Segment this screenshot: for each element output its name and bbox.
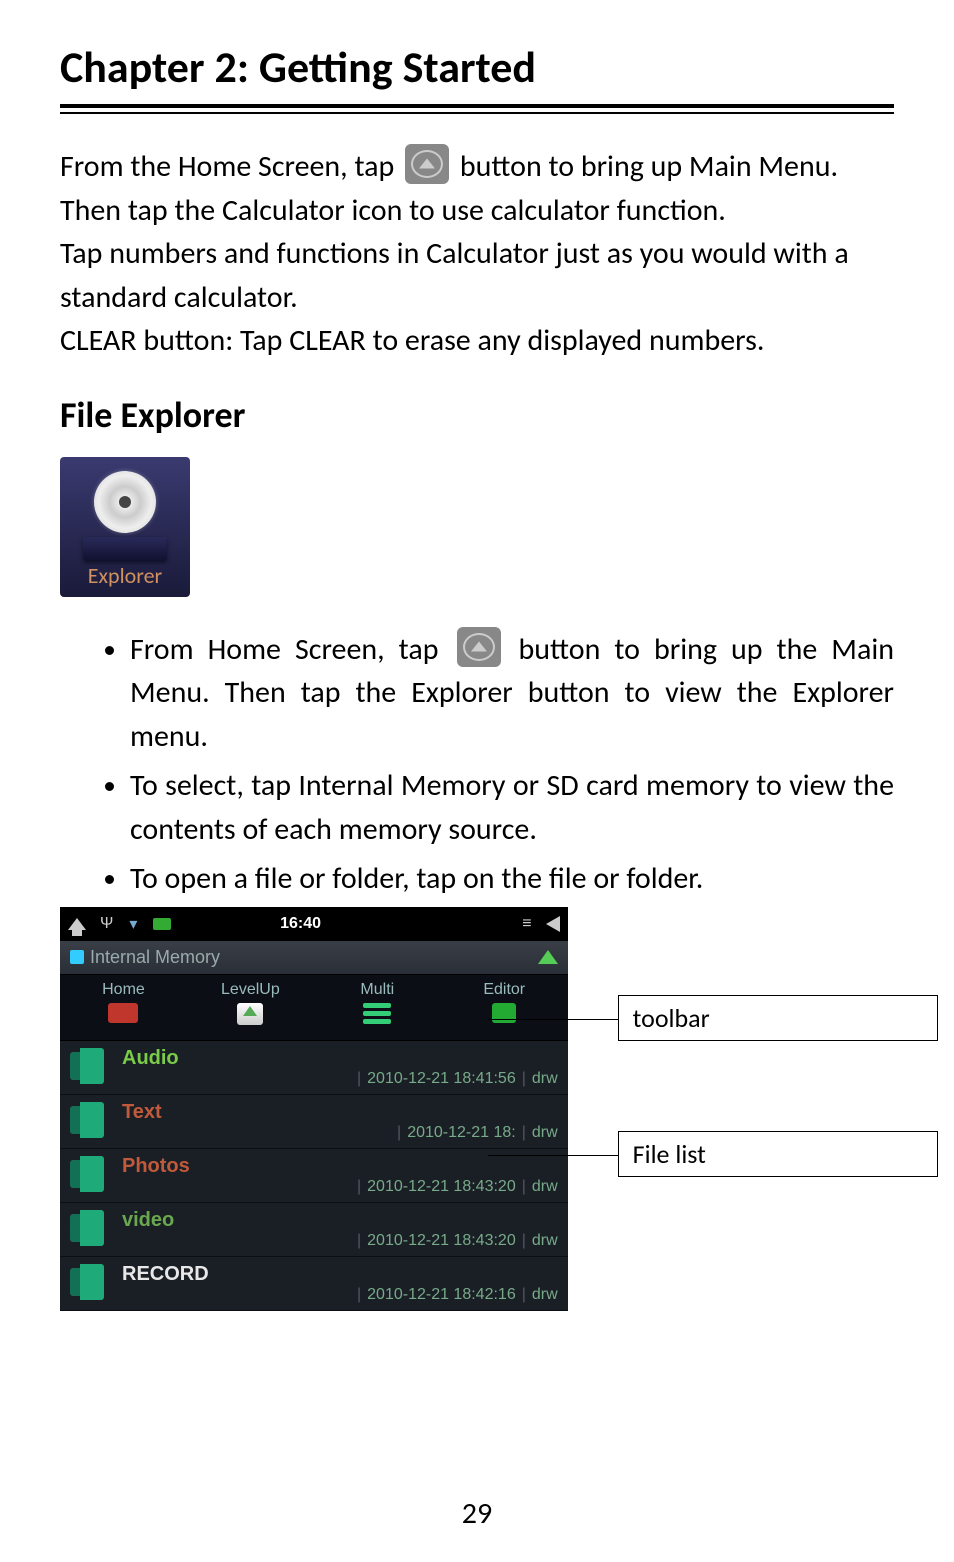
file-attr: drw <box>532 1178 558 1195</box>
paragraph-2: Tap numbers and functions in Calculator … <box>60 232 894 319</box>
toolbar-home-button[interactable]: Home <box>60 975 187 1040</box>
file-row[interactable]: Photos|2010-12-21 18:43:20|drw <box>60 1149 568 1203</box>
section-heading-file-explorer: File Explorer <box>60 393 894 437</box>
storage-icon <box>70 950 84 964</box>
bullet-list: From Home Screen, tap button to bring up… <box>60 627 894 901</box>
bullet-item-3: To open a file or folder, tap on the fil… <box>130 857 894 901</box>
explorer-screenshot: Ψ ▾ 16:40 ≡ Internal Memory Home <box>60 907 568 1311</box>
home-icon <box>108 1003 138 1023</box>
file-meta: |2010-12-21 18:42:16|drw <box>351 1286 558 1304</box>
usb-icon: Ψ <box>100 915 113 933</box>
folder-icon <box>70 1102 106 1140</box>
file-name: Audio <box>122 1047 558 1070</box>
toolbar-multi-button[interactable]: Multi <box>314 975 441 1040</box>
toolbar-editor-label: Editor <box>445 981 564 999</box>
breadcrumb-title: Internal Memory <box>90 947 220 968</box>
file-attr: drw <box>532 1232 558 1249</box>
toolbar-editor-button[interactable]: Editor <box>441 975 568 1040</box>
file-row[interactable]: RECORD|2010-12-21 18:42:16|drw <box>60 1257 568 1311</box>
toolbar-home-label: Home <box>64 981 183 999</box>
callout-line-toolbar <box>488 1019 618 1021</box>
explorer-toolbar: Home LevelUp Multi Editor <box>60 975 568 1041</box>
paragraph-3: CLEAR button: Tap CLEAR to erase any dis… <box>60 319 894 363</box>
disc-icon <box>94 471 156 533</box>
chapter-rule <box>60 104 894 114</box>
wifi-icon: ▾ <box>129 914 137 934</box>
file-name: RECORD <box>122 1263 558 1286</box>
toolbar-levelup-button[interactable]: LevelUp <box>187 975 314 1040</box>
file-attr: drw <box>532 1124 558 1141</box>
file-row-content: Photos|2010-12-21 18:43:20|drw <box>122 1155 558 1196</box>
file-list: Audio|2010-12-21 18:41:56|drwText|2010-1… <box>60 1041 568 1311</box>
file-row-content: Text|2010-12-21 18:|drw <box>122 1101 558 1142</box>
callout-toolbar: toolbar <box>618 995 938 1041</box>
file-row-content: video|2010-12-21 18:43:20|drw <box>122 1209 558 1250</box>
file-meta: |2010-12-21 18:43:20|drw <box>351 1232 558 1250</box>
scroll-up-icon <box>538 950 558 964</box>
folder-icon <box>70 1156 106 1194</box>
folder-icon <box>70 1210 106 1248</box>
file-row[interactable]: Audio|2010-12-21 18:41:56|drw <box>60 1041 568 1095</box>
menu-icon: ≡ <box>522 915 531 933</box>
file-name: video <box>122 1209 558 1232</box>
breadcrumb-bar: Internal Memory <box>60 941 568 975</box>
multi-select-icon <box>363 1003 391 1025</box>
file-row-content: RECORD|2010-12-21 18:42:16|drw <box>122 1263 558 1304</box>
file-attr: drw <box>532 1070 558 1087</box>
bullet-item-1: From Home Screen, tap button to bring up… <box>130 627 894 759</box>
file-meta: |2010-12-21 18:41:56|drw <box>351 1070 558 1088</box>
explorer-app-icon: Explorer <box>60 457 190 597</box>
status-clock: 16:40 <box>280 915 321 933</box>
toolbar-levelup-label: LevelUp <box>191 981 310 999</box>
file-date: 2010-12-21 18: <box>407 1124 516 1141</box>
folder-icon <box>70 1048 106 1086</box>
file-row-content: Audio|2010-12-21 18:41:56|drw <box>122 1047 558 1088</box>
home-icon <box>68 918 86 930</box>
bullet-item-2: To select, tap Internal Memory or SD car… <box>130 764 894 851</box>
toolbar-multi-label: Multi <box>318 981 437 999</box>
back-icon <box>546 916 560 932</box>
apps-button-icon <box>457 627 501 667</box>
page: Chapter 2: Getting Started From the Home… <box>0 0 954 1562</box>
file-date: 2010-12-21 18:41:56 <box>367 1070 516 1087</box>
callout-line-filelist <box>488 1155 618 1157</box>
callout-filelist: File list <box>618 1131 938 1177</box>
file-date: 2010-12-21 18:43:20 <box>367 1232 516 1249</box>
apps-button-icon <box>405 144 449 184</box>
paragraph-1-part-a: From the Home Screen, tap <box>60 148 394 185</box>
file-row[interactable]: video|2010-12-21 18:43:20|drw <box>60 1203 568 1257</box>
chapter-title: Chapter 2: Getting Started <box>60 40 894 94</box>
file-attr: drw <box>532 1286 558 1303</box>
battery-icon <box>153 918 171 930</box>
screenshot-with-callouts: Ψ ▾ 16:40 ≡ Internal Memory Home <box>60 907 894 1311</box>
explorer-icon-label: Explorer <box>88 562 162 589</box>
bullet-1-part-a: From Home Screen, tap <box>130 631 438 668</box>
file-meta: |2010-12-21 18:43:20|drw <box>351 1178 558 1196</box>
status-bar: Ψ ▾ 16:40 ≡ <box>60 907 568 941</box>
file-row[interactable]: Text|2010-12-21 18:|drw <box>60 1095 568 1149</box>
level-up-icon <box>237 1003 263 1025</box>
paragraph-1: From the Home Screen, tap button to brin… <box>60 144 894 232</box>
page-number: 29 <box>0 1495 954 1532</box>
drive-icon <box>83 537 167 561</box>
file-date: 2010-12-21 18:43:20 <box>367 1178 516 1195</box>
file-meta: |2010-12-21 18:|drw <box>391 1124 558 1142</box>
file-date: 2010-12-21 18:42:16 <box>367 1286 516 1303</box>
file-name: Text <box>122 1101 558 1124</box>
folder-icon <box>70 1264 106 1302</box>
file-name: Photos <box>122 1155 558 1178</box>
